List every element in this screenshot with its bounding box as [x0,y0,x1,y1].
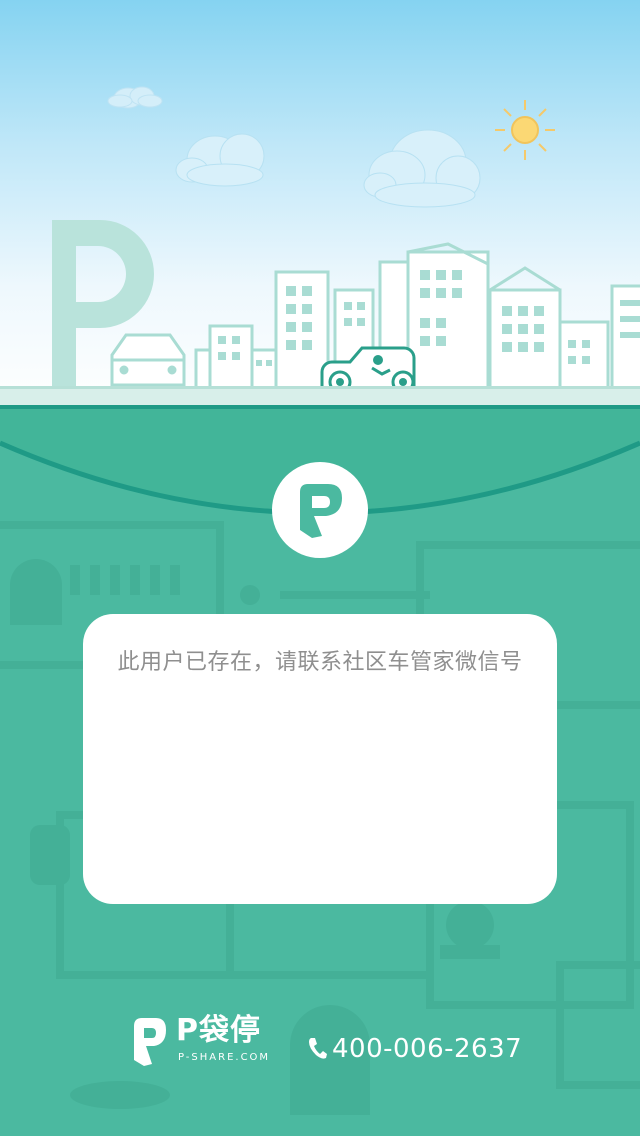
message-card: 此用户已存在，请联系社区车管家微信号 [83,614,557,904]
footer: P袋停 P-SHARE.COM 400-006-2637 [0,1010,640,1090]
header-illustration [0,0,640,410]
sun-icon [495,100,555,160]
error-message: 此用户已存在，请联系社区车管家微信号 [117,650,523,675]
p-share-logo-icon [300,484,342,538]
parked-car-icon [110,333,186,387]
cloud-icon [107,86,163,109]
brand-domain: P-SHARE.COM [178,1052,271,1063]
cloud-icon [175,133,265,187]
cloud-icon [363,129,481,208]
screen: 此用户已存在，请联系社区车管家微信号 P袋停 P-SHARE.COM 400-0… [0,0,640,1136]
p-share-logo [272,462,368,558]
brand-name: P袋停 [176,1013,261,1048]
phone-number[interactable]: 400-006-2637 [332,1034,522,1064]
phone-icon [309,1038,327,1059]
p-share-logo-icon [134,1018,166,1066]
